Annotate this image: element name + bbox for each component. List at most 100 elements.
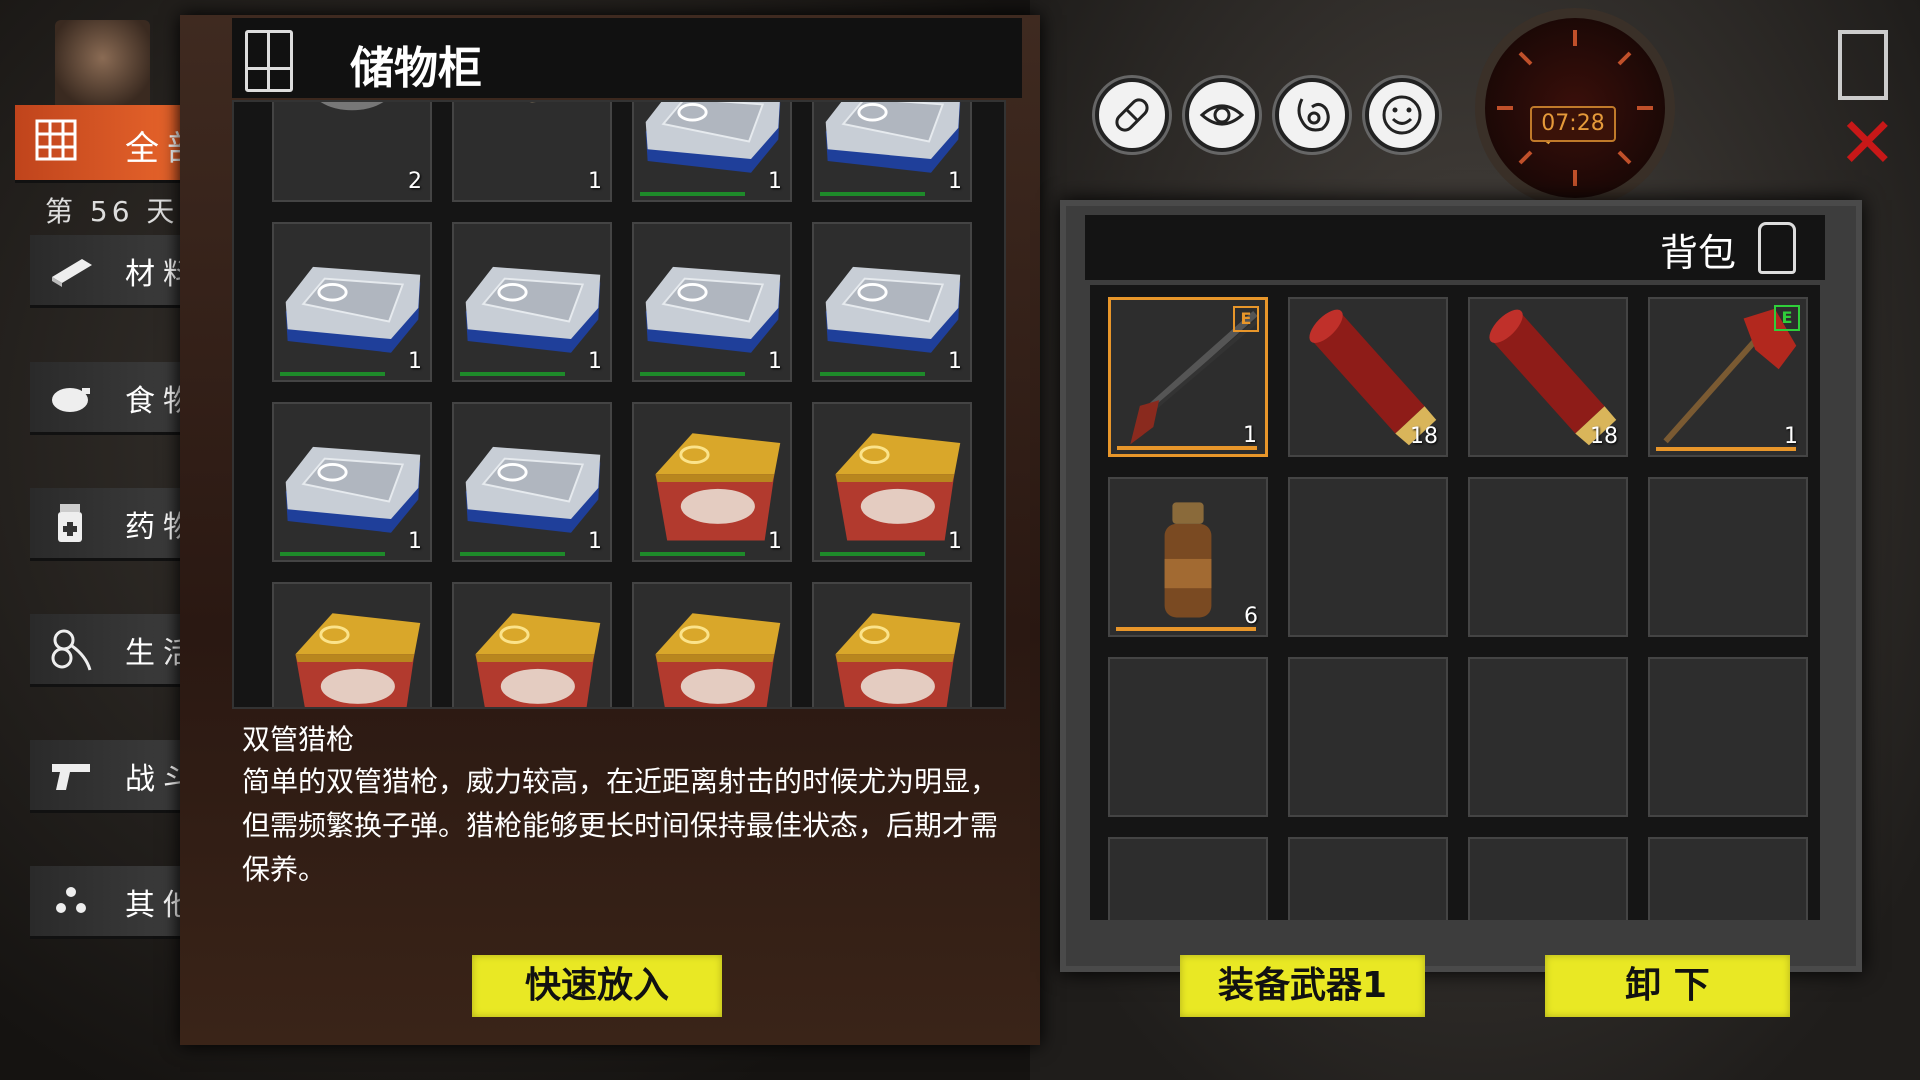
exit-door-icon[interactable] bbox=[1838, 30, 1888, 100]
item-quantity: 1 bbox=[408, 349, 422, 374]
eye-icon[interactable] bbox=[1185, 78, 1259, 152]
storage-slot[interactable]: 1 bbox=[812, 582, 972, 707]
durability-bar bbox=[460, 372, 565, 376]
durability-bar bbox=[640, 372, 745, 376]
backpack-slot[interactable]: 6 bbox=[1108, 477, 1268, 637]
durability-bar bbox=[1656, 447, 1796, 451]
grid-icon bbox=[33, 117, 79, 163]
fish-icon bbox=[285, 266, 421, 353]
unequip-button[interactable]: 卸 下 bbox=[1545, 955, 1790, 1017]
scrap-icon bbox=[529, 102, 536, 103]
item-quantity: 1 bbox=[948, 349, 962, 374]
spam-icon bbox=[655, 613, 781, 707]
item-quantity: 1 bbox=[588, 529, 602, 554]
backpack-slot[interactable]: 1E bbox=[1648, 297, 1808, 457]
item-quantity: 18 bbox=[1410, 424, 1438, 449]
durability-bar bbox=[820, 192, 925, 196]
rock-icon bbox=[320, 102, 384, 111]
storage-slot[interactable]: 1 bbox=[632, 102, 792, 202]
canister-icon bbox=[1164, 502, 1212, 618]
storage-slot[interactable]: 1 bbox=[272, 222, 432, 382]
backpack-grid[interactable]: 1 E 18 18 1 E 6 bbox=[1090, 285, 1820, 920]
storage-slot[interactable]: 1 bbox=[632, 582, 792, 707]
item-quantity: 1 bbox=[768, 349, 782, 374]
storage-slot[interactable]: 1 bbox=[632, 222, 792, 382]
storage-title: 储物柜 bbox=[350, 43, 482, 94]
fish-icon bbox=[645, 102, 781, 173]
storage-slot[interactable]: 2 bbox=[272, 102, 432, 202]
backpack-slot[interactable] bbox=[1108, 657, 1268, 817]
fish-icon bbox=[285, 446, 421, 533]
equip-weapon-button[interactable]: 装备武器1 bbox=[1180, 955, 1425, 1017]
backpack-slot[interactable] bbox=[1648, 657, 1808, 817]
fish-icon bbox=[465, 446, 601, 533]
rope-icon bbox=[48, 626, 94, 672]
pistol-icon bbox=[48, 752, 94, 798]
backpack-slot[interactable] bbox=[1468, 657, 1628, 817]
equipped-badge: E bbox=[1233, 306, 1259, 332]
durability-bar bbox=[820, 552, 925, 556]
storage-slot[interactable]: 1 bbox=[272, 582, 432, 707]
backpack-slot[interactable] bbox=[1468, 477, 1628, 637]
clock-time: 07:28 bbox=[1530, 106, 1616, 142]
storage-slot[interactable]: 1 bbox=[452, 582, 612, 707]
backpack-slot[interactable]: 1E bbox=[1108, 297, 1268, 457]
fish-icon bbox=[825, 102, 961, 173]
durability-bar bbox=[280, 552, 385, 556]
storage-grid[interactable]: 2111111111111111 bbox=[232, 100, 1006, 709]
quick-store-button[interactable]: 快速放入 bbox=[472, 955, 722, 1017]
smile-icon[interactable] bbox=[1365, 78, 1439, 152]
fish-icon bbox=[465, 266, 601, 353]
storage-slot[interactable]: 1 bbox=[272, 402, 432, 562]
durability-bar bbox=[460, 552, 565, 556]
durability-bar bbox=[640, 552, 745, 556]
durability-bar bbox=[820, 372, 925, 376]
item-name: 双管猎枪 bbox=[242, 723, 355, 756]
item-quantity: 1 bbox=[1243, 423, 1257, 448]
durability-bar bbox=[280, 372, 385, 376]
item-quantity: 6 bbox=[1244, 604, 1258, 629]
item-quantity: 1 bbox=[948, 169, 962, 194]
backpack-slot[interactable] bbox=[1288, 837, 1448, 920]
storage-slot[interactable]: 1 bbox=[812, 402, 972, 562]
player-avatar[interactable] bbox=[55, 20, 150, 115]
fish-icon bbox=[825, 266, 961, 353]
storage-slot[interactable]: 1 bbox=[452, 102, 612, 202]
durability-bar bbox=[1116, 627, 1256, 631]
durability-bar bbox=[640, 192, 745, 196]
pill-icon[interactable] bbox=[1095, 78, 1169, 152]
spam-icon bbox=[295, 613, 421, 707]
storage-slot[interactable]: 1 bbox=[632, 402, 792, 562]
stomach-icon[interactable] bbox=[1275, 78, 1349, 152]
item-quantity: 18 bbox=[1590, 424, 1618, 449]
item-quantity: 1 bbox=[1784, 424, 1798, 449]
spam-icon bbox=[835, 433, 961, 541]
backpack-slot[interactable] bbox=[1288, 477, 1448, 637]
storage-slot[interactable]: 1 bbox=[812, 222, 972, 382]
item-quantity: 1 bbox=[588, 349, 602, 374]
backpack-slot[interactable] bbox=[1468, 837, 1628, 920]
storage-slot[interactable]: 1 bbox=[812, 102, 972, 202]
backpack-slot[interactable] bbox=[1648, 477, 1808, 637]
backpack-slot[interactable] bbox=[1288, 657, 1448, 817]
close-icon[interactable]: ✕ bbox=[1838, 108, 1897, 178]
item-quantity: 1 bbox=[408, 529, 422, 554]
equipped-badge: E bbox=[1774, 305, 1800, 331]
backpack-title: 背包 bbox=[1660, 231, 1737, 275]
item-quantity: 2 bbox=[408, 169, 422, 194]
durability-bar bbox=[1117, 446, 1257, 450]
backpack-slot[interactable]: 18 bbox=[1468, 297, 1628, 457]
item-quantity: 1 bbox=[948, 529, 962, 554]
backpack-slot[interactable] bbox=[1108, 837, 1268, 920]
storage-slot[interactable]: 1 bbox=[452, 222, 612, 382]
spam-icon bbox=[475, 613, 601, 707]
cabinet-icon bbox=[245, 30, 293, 92]
day-counter: 第 56 天 bbox=[45, 195, 179, 228]
backpack-slot[interactable]: 18 bbox=[1288, 297, 1448, 457]
wood-plank-icon bbox=[48, 247, 94, 293]
item-quantity: 1 bbox=[768, 529, 782, 554]
item-quantity: 1 bbox=[768, 169, 782, 194]
chicken-icon bbox=[48, 374, 94, 420]
backpack-slot[interactable] bbox=[1648, 837, 1808, 920]
storage-slot[interactable]: 1 bbox=[452, 402, 612, 562]
